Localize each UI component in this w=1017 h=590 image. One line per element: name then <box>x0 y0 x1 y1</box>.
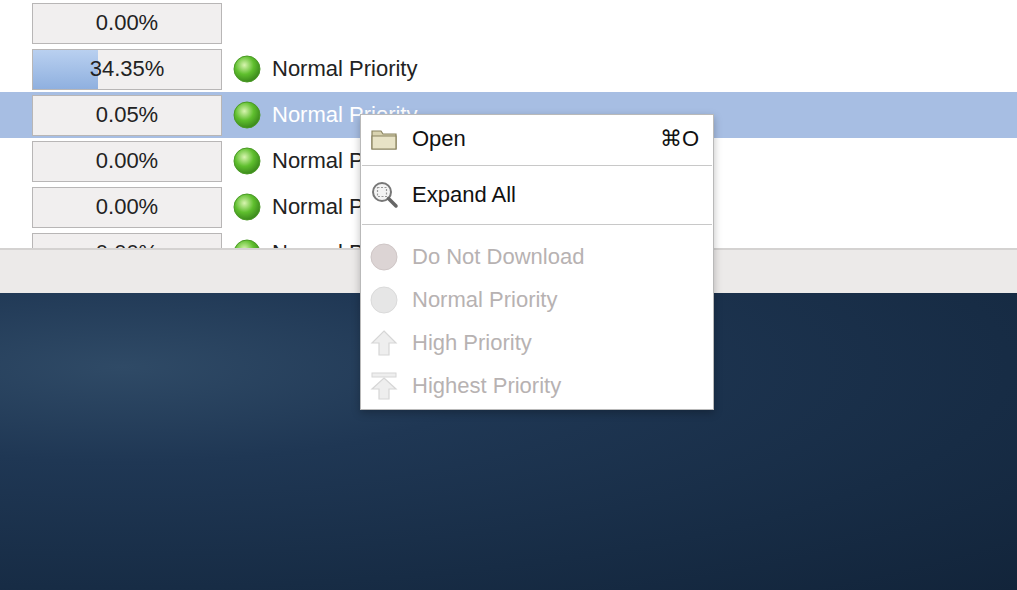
progress-bar: 0.00% <box>32 3 222 44</box>
progress-text: 0.00% <box>96 194 158 220</box>
progress-text: 0.00% <box>96 240 158 248</box>
menu-item-label: Highest Priority <box>412 373 561 399</box>
progress-text: 0.00% <box>96 10 158 36</box>
magnifier-icon <box>369 180 399 210</box>
progress-fill <box>33 50 98 89</box>
menu-item[interactable]: Expand All <box>361 168 713 222</box>
menu-separator <box>362 224 712 225</box>
folder-icon <box>369 124 399 154</box>
priority-dot-icon <box>233 101 261 129</box>
progress-bar: 0.00% <box>32 233 222 249</box>
progress-text: 34.35% <box>90 56 165 82</box>
menu-separator <box>362 165 712 166</box>
priority-cell[interactable]: Normal Priority <box>233 55 417 83</box>
menu-item: Normal Priority <box>361 278 713 321</box>
menu-group: Open ⌘O <box>361 115 713 163</box>
progress-fill <box>33 96 34 135</box>
priority-dot-icon <box>233 193 261 221</box>
menu-item: High Priority <box>361 321 713 364</box>
menu-group: Do Not Download Normal Priority High Prior… <box>361 227 713 407</box>
file-row[interactable]: 34.35% Normal Priority <box>0 46 1017 92</box>
menu-item-label: Normal Priority <box>412 287 557 313</box>
up-arrow-icon <box>369 328 399 358</box>
file-row[interactable]: 0.00% <box>0 0 1017 46</box>
progress-bar: 0.05% <box>32 95 222 136</box>
priority-dot-icon <box>233 239 261 248</box>
progress-bar: 0.00% <box>32 187 222 228</box>
progress-text: 0.00% <box>96 148 158 174</box>
normal-priority-icon <box>369 285 399 315</box>
context-menu: Open ⌘O Expand All Do Not Download Normal Pr… <box>360 114 714 410</box>
priority-text: Normal Priority <box>272 56 417 82</box>
top-arrow-icon <box>369 371 399 401</box>
menu-shortcut: ⌘O <box>660 126 699 152</box>
priority-dot-icon <box>233 55 261 83</box>
menu-item-label: Expand All <box>412 182 516 208</box>
menu-item: Do Not Download <box>361 235 713 278</box>
menu-item: Highest Priority <box>361 364 713 407</box>
priority-dot-icon <box>233 147 261 175</box>
menu-item-label: Do Not Download <box>412 244 584 270</box>
progress-text: 0.05% <box>96 102 158 128</box>
progress-bar: 34.35% <box>32 49 222 90</box>
do-not-download-icon <box>369 242 399 272</box>
menu-item-label: Open <box>412 126 466 152</box>
menu-group: Expand All <box>361 168 713 222</box>
menu-item-label: High Priority <box>412 330 532 356</box>
menu-item[interactable]: Open ⌘O <box>361 115 713 163</box>
progress-bar: 0.00% <box>32 141 222 182</box>
torrent-window: 0.00% 34.35% Normal Priority 0.05% Normal Pr… <box>0 0 1017 590</box>
